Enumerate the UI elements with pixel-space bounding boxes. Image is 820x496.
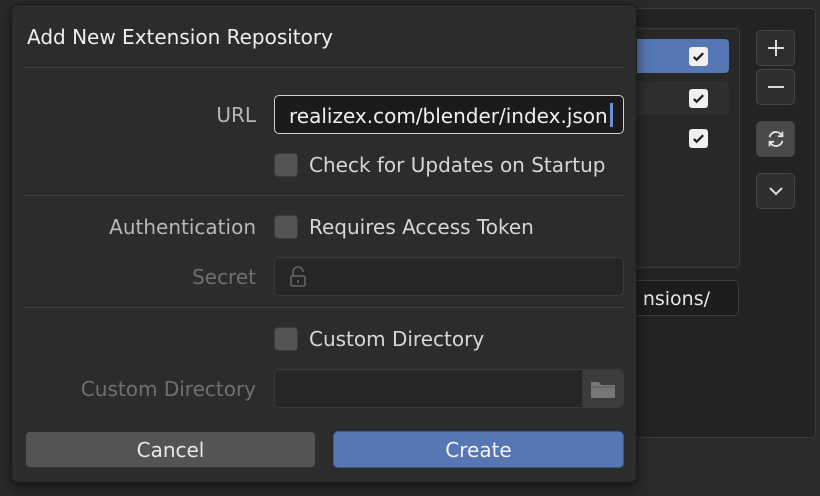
url-label: URL [216,103,256,127]
divider [24,307,624,308]
remove-repository-button[interactable] [756,69,795,105]
repository-enabled-checkbox[interactable] [689,129,708,148]
check-updates-label[interactable]: Check for Updates on Startup [309,153,605,177]
text-caret [610,103,613,127]
authentication-label: Authentication [109,215,256,239]
browse-folder-button[interactable] [582,370,623,407]
repository-path-text: nsions/ [642,288,710,310]
create-button[interactable]: Create [333,431,624,468]
secret-input [274,257,624,296]
secret-label: Secret [192,265,256,289]
checkmark-icon [693,134,704,144]
custom-directory-input [274,369,624,408]
requires-token-checkbox[interactable] [274,215,298,239]
custom-directory-checkbox-label[interactable]: Custom Directory [309,327,484,351]
url-input[interactable]: realizex.com/blender/index.json [274,95,624,134]
add-repository-dialog: Add New Extension Repository URL realize… [11,4,637,483]
chevron-down-icon [768,187,783,196]
checkmark-icon [693,94,704,104]
cancel-button[interactable]: Cancel [25,431,316,468]
plus-icon [767,40,784,56]
refresh-repositories-button[interactable] [756,121,795,157]
custom-directory-checkbox[interactable] [274,327,298,351]
divider [24,195,624,196]
repository-enabled-checkbox[interactable] [689,47,708,66]
lock-icon [290,266,306,287]
requires-token-label[interactable]: Requires Access Token [309,215,534,239]
dialog-title: Add New Extension Repository [27,25,333,49]
more-options-button[interactable] [756,173,795,209]
folder-icon [591,381,615,398]
repository-enabled-checkbox[interactable] [689,89,708,108]
check-updates-checkbox[interactable] [274,153,298,177]
checkmark-icon [693,52,704,62]
divider [24,67,624,68]
minus-icon [767,86,784,88]
add-repository-button[interactable] [756,30,795,66]
custom-directory-label: Custom Directory [80,377,256,401]
refresh-icon [768,131,783,147]
url-value: realizex.com/blender/index.json [289,104,608,128]
